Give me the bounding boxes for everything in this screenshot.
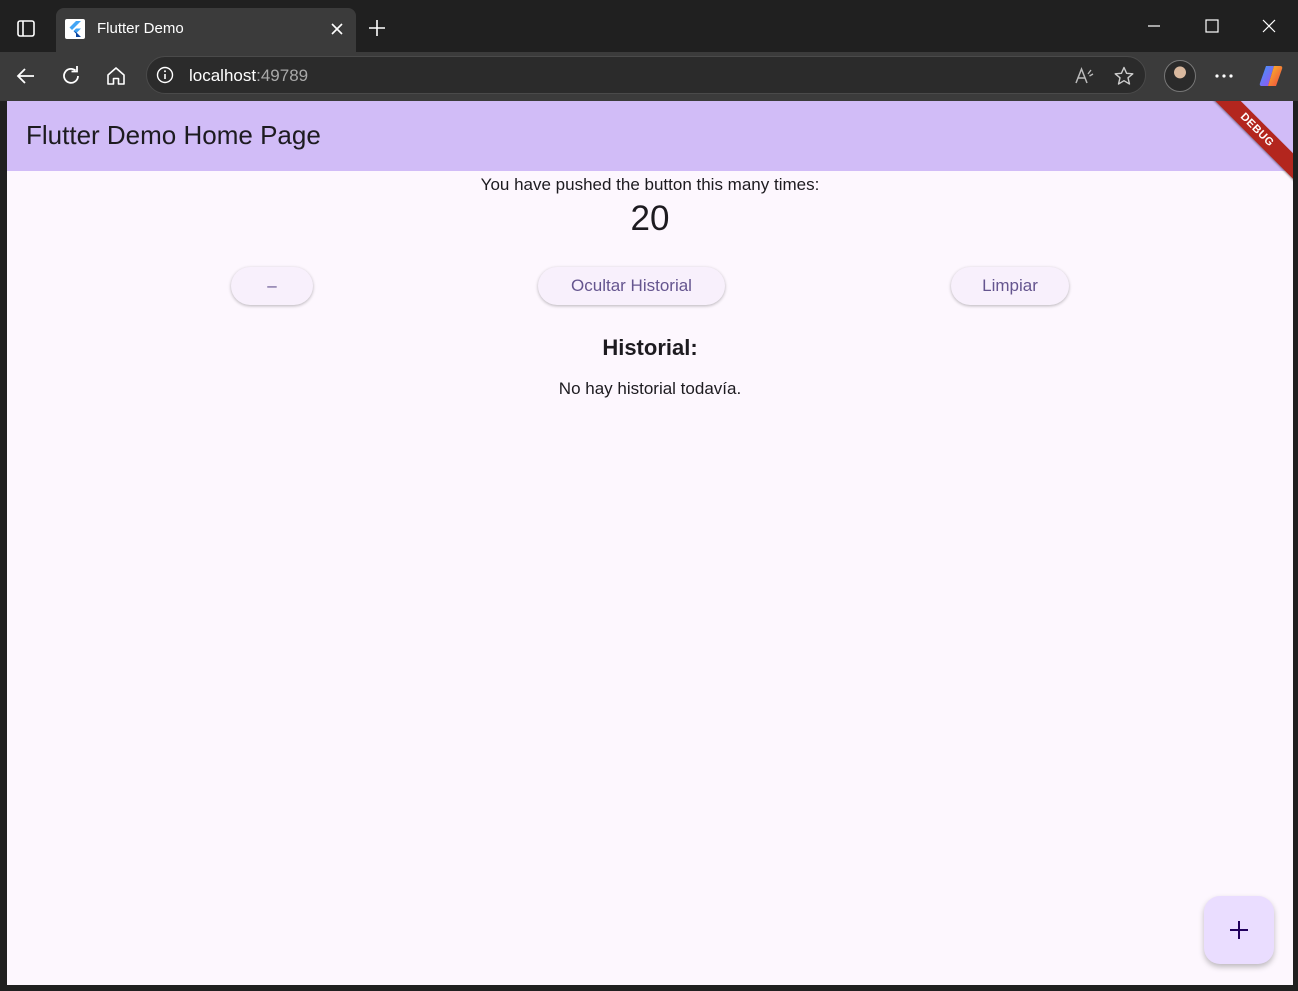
browser-tab[interactable]: Flutter Demo — [56, 8, 356, 52]
url-host: localhost — [189, 66, 257, 85]
app-bar: Flutter Demo Home Page DEBUG — [7, 101, 1293, 186]
copilot-icon[interactable] — [1257, 62, 1285, 90]
close-window-icon[interactable] — [1257, 14, 1281, 38]
more-options-icon[interactable] — [1211, 63, 1237, 89]
new-tab-icon[interactable] — [366, 17, 388, 39]
refresh-icon[interactable] — [58, 63, 84, 89]
counter-value: 20 — [630, 199, 670, 238]
flutter-logo-icon — [65, 19, 85, 39]
flutter-app: Flutter Demo Home Page DEBUG You have pu… — [7, 101, 1293, 985]
tab-actions-icon[interactable] — [12, 16, 40, 42]
url-text[interactable]: localhost:49789 — [189, 66, 308, 86]
plus-icon — [1230, 921, 1248, 939]
maximize-icon[interactable] — [1200, 14, 1224, 38]
history-title: Historial: — [602, 335, 698, 360]
history-empty-message: No hay historial todavía. — [558, 379, 742, 398]
favorite-star-icon[interactable] — [1113, 65, 1135, 87]
profile-avatar[interactable] — [1164, 60, 1196, 92]
close-tab-icon[interactable] — [328, 20, 346, 38]
url-port: :49789 — [256, 66, 309, 85]
page-title: Flutter Demo Home Page — [26, 120, 321, 150]
browser-toolbar: localhost:49789 — [0, 52, 1298, 101]
decrement-button[interactable]: – — [231, 267, 313, 305]
address-bar[interactable]: localhost:49789 — [146, 56, 1146, 94]
minimize-icon[interactable] — [1142, 14, 1166, 38]
increment-fab[interactable] — [1204, 896, 1274, 964]
clear-button[interactable]: Limpiar — [951, 267, 1069, 305]
back-icon[interactable] — [13, 63, 39, 89]
debug-banner: DEBUG — [1201, 101, 1293, 186]
counter-label: You have pushed the button this many tim… — [480, 175, 820, 194]
site-info-icon[interactable] — [156, 66, 174, 84]
toggle-history-button[interactable]: Ocultar Historial — [538, 267, 725, 305]
tab-title: Flutter Demo — [97, 20, 184, 37]
home-icon[interactable] — [103, 63, 129, 89]
read-aloud-icon[interactable] — [1073, 65, 1095, 87]
browser-titlebar: Flutter Demo — [0, 0, 1298, 52]
